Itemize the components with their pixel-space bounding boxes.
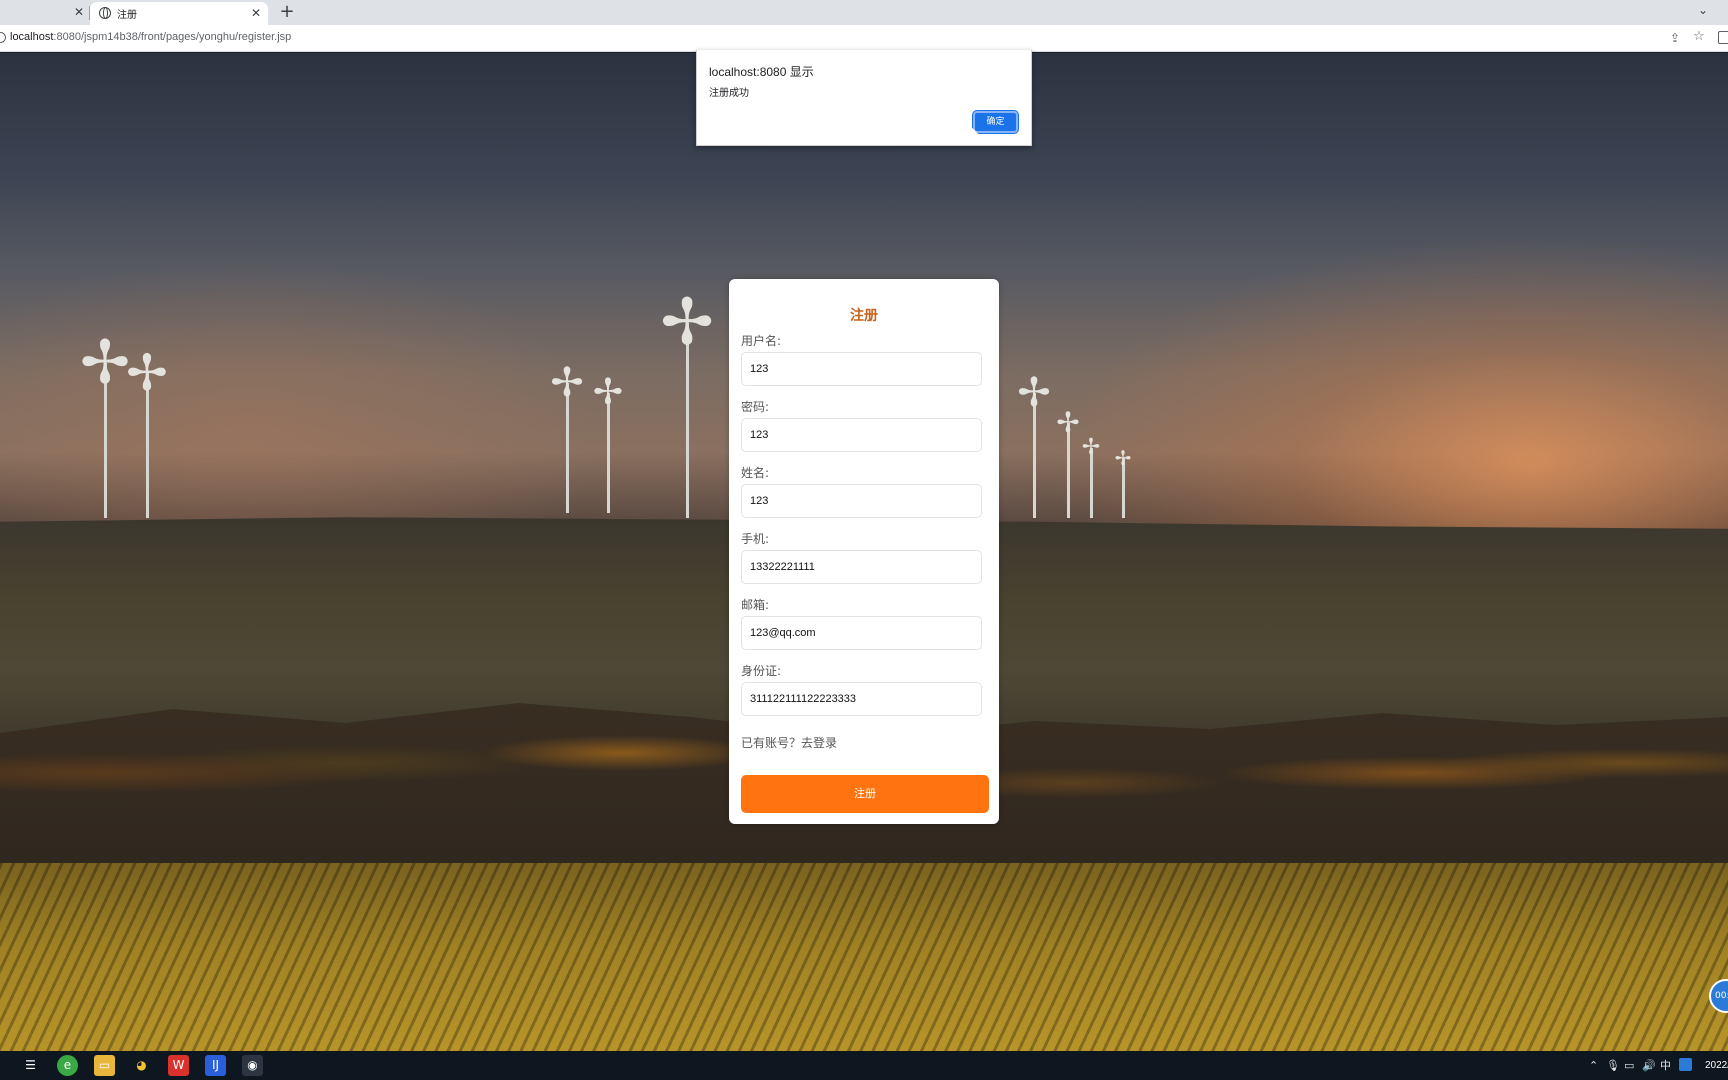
- id-card-label: 身份证:: [741, 664, 782, 678]
- wind-turbine: ✢: [1082, 437, 1100, 518]
- wind-turbine: ✢: [593, 375, 623, 513]
- username-label: 用户名:: [741, 334, 782, 348]
- microphone-icon[interactable]: 🎙: [1606, 1058, 1620, 1073]
- form-title: 注册: [850, 308, 878, 324]
- duck-app-icon[interactable]: ◕: [131, 1055, 152, 1076]
- task-view-icon[interactable]: ☰: [20, 1055, 41, 1076]
- plus-icon[interactable]: +: [277, 2, 297, 22]
- url-path: :8080/jspm14b38/front/pages/yonghu/regis…: [53, 31, 292, 43]
- login-link[interactable]: 已有账号？去登录: [741, 734, 837, 751]
- wind-turbine: ✢: [660, 291, 714, 518]
- wind-turbine: ✢: [1115, 448, 1131, 518]
- register-button[interactable]: 注册: [741, 775, 989, 813]
- taskbar: ☰ e ▭ ◕ W IJ ◉ ⌃ 🎙 ▭ 🔊 中 2022/: [0, 1051, 1728, 1080]
- chrome-icon[interactable]: ◉: [242, 1055, 263, 1076]
- wind-turbine: ✢: [80, 333, 130, 518]
- address-bar[interactable]: localhost:8080/jspm14b38/front/pages/yon…: [0, 25, 1728, 52]
- volume-icon[interactable]: 🔊: [1642, 1058, 1656, 1073]
- vineyard: [0, 863, 1728, 1051]
- url-host: localhost: [10, 31, 54, 43]
- close-icon[interactable]: ✕: [71, 4, 87, 20]
- email-label: 邮箱:: [741, 598, 770, 612]
- wind-turbine: ✢: [1056, 409, 1080, 518]
- folder-icon[interactable]: ▭: [94, 1055, 115, 1076]
- name-input[interactable]: 123: [741, 484, 982, 518]
- dialog-message: 注册成功: [709, 88, 749, 99]
- wps-icon[interactable]: W: [168, 1055, 189, 1076]
- clock[interactable]: 2022/: [1705, 1060, 1728, 1071]
- side-panel-icon[interactable]: [1718, 31, 1728, 44]
- input-method-indicator[interactable]: 中: [1660, 1058, 1671, 1073]
- tab-title: 注册: [117, 10, 137, 21]
- ide-app-icon[interactable]: IJ: [205, 1055, 226, 1076]
- wind-turbine: ✢: [126, 348, 168, 518]
- url-text[interactable]: localhost:8080/jspm14b38/front/pages/yon…: [10, 31, 291, 43]
- password-input[interactable]: 123: [741, 418, 982, 452]
- username-input[interactable]: 123: [741, 352, 982, 386]
- browser-app-icon[interactable]: e: [57, 1055, 78, 1076]
- chevron-up-icon[interactable]: ⌃: [1589, 1058, 1598, 1073]
- sky-glow-left: [0, 253, 600, 553]
- phone-input[interactable]: 13322221111: [741, 550, 982, 584]
- globe-icon: [99, 7, 111, 19]
- name-label: 姓名:: [741, 466, 770, 480]
- app-tray-icon[interactable]: [1679, 1058, 1692, 1071]
- alert-dialog: localhost:8080 显示 注册成功 确定: [696, 50, 1032, 146]
- dialog-title: localhost:8080 显示: [709, 65, 814, 79]
- phone-label: 手机:: [741, 532, 770, 546]
- chevron-down-icon[interactable]: ⌄: [1694, 1, 1712, 19]
- close-icon[interactable]: ✕: [248, 5, 264, 21]
- star-icon[interactable]: ☆: [1691, 29, 1707, 45]
- email-input[interactable]: 123@qq.com: [741, 616, 982, 650]
- register-card: 注册 用户名: 123 密码: 123 姓名: 123 手机: 13322221…: [729, 279, 999, 824]
- dialog-ok-button[interactable]: 确定: [973, 111, 1018, 133]
- wind-turbine: ✢: [1017, 373, 1051, 518]
- network-icon[interactable]: ▭: [1624, 1058, 1634, 1073]
- browser-tab-bar: ✕ 注册 ✕ + ⌄: [0, 0, 1728, 25]
- tab-register[interactable]: 注册 ✕: [90, 2, 268, 25]
- info-icon[interactable]: [0, 32, 6, 43]
- password-label: 密码:: [741, 400, 770, 414]
- id-card-input[interactable]: 311122111122223333: [741, 682, 982, 716]
- wind-turbine: ✢: [550, 363, 584, 513]
- share-icon[interactable]: ⇪: [1667, 30, 1683, 46]
